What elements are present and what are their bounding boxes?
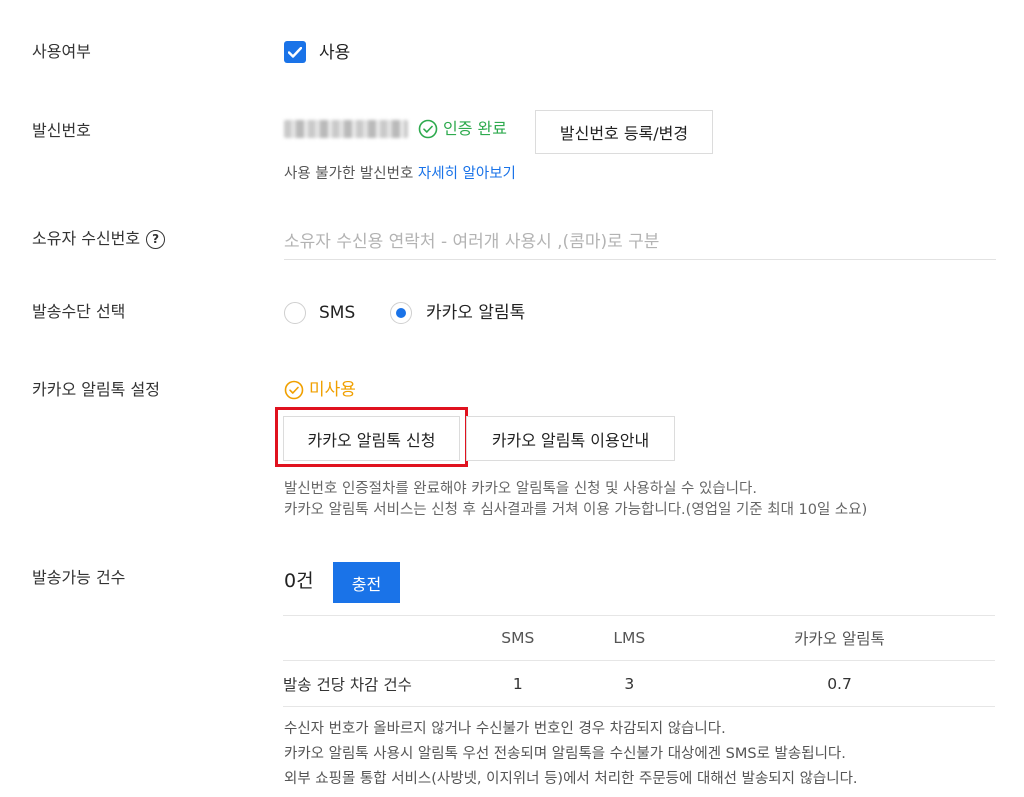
radio-kakao-label[interactable]: 카카오 알림톡 [426, 302, 525, 324]
quota-note-line: 외부 쇼핑몰 통합 서비스(사방넷, 이지위너 등)에서 처리한 주문등에 대해… [284, 771, 858, 787]
table-header-row: SMS LMS 카카오 알림톡 [283, 615, 995, 661]
owner-phone-label-text: 소유자 수신번호 [32, 229, 141, 248]
quota-count: 0건 [284, 570, 314, 592]
quota-note-line: 카카오 알림톡 사용시 알림톡 우선 전송되며 알림톡을 수신불가 대상에겐 S… [284, 746, 846, 762]
radio-option-kakao[interactable]: 카카오 알림톡 [390, 302, 525, 324]
highlight-box [275, 407, 468, 467]
checkmark-icon [288, 46, 302, 58]
check-circle-icon [418, 119, 438, 139]
usage-checkbox[interactable] [284, 41, 306, 63]
sender-help-prefix: 사용 불가한 발신번호 [284, 166, 414, 182]
table-cell: 3 [624, 674, 635, 693]
quota-notes: 수신자 번호가 올바르지 않거나 수신불가 번호인 경우 차감되지 않습니다. … [284, 717, 858, 792]
kakao-settings-label: 카카오 알림톡 설정 [32, 380, 160, 399]
quota-label: 발송가능 건수 [32, 568, 126, 587]
kakao-guide-button[interactable]: 카카오 알림톡 이용안내 [466, 416, 675, 461]
table-row: 발송 건당 차감 건수 1 3 0.7 [283, 660, 995, 707]
kakao-status-badge: 미사용 [284, 379, 356, 401]
charge-button[interactable]: 충전 [333, 562, 400, 603]
usage-label: 사용여부 [32, 42, 91, 61]
table-cell: 1 [512, 674, 523, 693]
check-circle-icon [284, 380, 304, 400]
deduction-table: SMS LMS 카카오 알림톡 발송 건당 차감 건수 1 3 0.7 [283, 615, 995, 707]
register-sender-button[interactable]: 발신번호 등록/변경 [535, 110, 713, 154]
usage-checkbox-label[interactable]: 사용 [319, 42, 350, 64]
verified-text: 인증 완료 [443, 119, 507, 138]
kakao-status-text: 미사용 [309, 380, 356, 400]
radio-sms[interactable] [284, 302, 306, 324]
quota-note-line: 수신자 번호가 올바르지 않거나 수신불가 번호인 경우 차감되지 않습니다. [284, 721, 726, 737]
table-header-cell: 카카오 알림톡 [794, 630, 885, 648]
kakao-note-line: 카카오 알림톡 서비스는 신청 후 심사결과를 거쳐 이용 가능합니다.(영업일… [284, 502, 868, 518]
sender-number-value-masked [284, 120, 408, 138]
table-cell: 0.7 [827, 674, 852, 693]
owner-phone-label: 소유자 수신번호 ? [32, 229, 166, 249]
learn-more-link[interactable]: 자세히 알아보기 [418, 166, 516, 182]
send-method-label: 발송수단 선택 [32, 302, 126, 321]
verified-badge: 인증 완료 [418, 119, 507, 139]
table-header-cell: SMS [501, 629, 535, 647]
kakao-notes: 발신번호 인증절차를 완료해야 카카오 알림톡을 신청 및 사용하실 수 있습니… [284, 479, 867, 521]
table-header-cell: LMS [613, 629, 646, 647]
radio-option-sms[interactable]: SMS [284, 302, 355, 324]
sender-number-label: 발신번호 [32, 121, 91, 140]
radio-kakao[interactable] [390, 302, 412, 324]
owner-phone-input[interactable] [284, 224, 996, 260]
help-icon[interactable]: ? [146, 229, 166, 249]
kakao-note-line: 발신번호 인증절차를 완료해야 카카오 알림톡을 신청 및 사용하실 수 있습니… [284, 481, 757, 497]
sender-help-text: 사용 불가한 발신번호 자세히 알아보기 [284, 165, 516, 183]
table-header-cell [283, 616, 461, 661]
table-cell: 발송 건당 차감 건수 [283, 675, 412, 694]
radio-sms-label[interactable]: SMS [319, 302, 355, 324]
